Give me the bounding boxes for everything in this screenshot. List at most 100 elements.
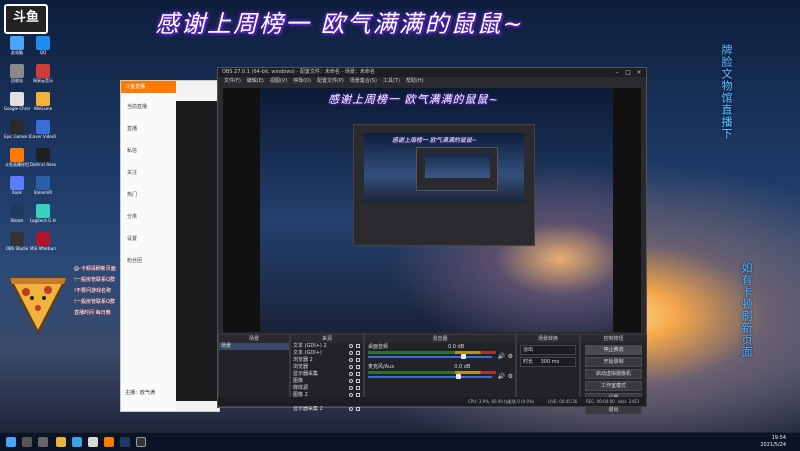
chrome-icon[interactable] bbox=[88, 437, 98, 447]
close-icon[interactable]: × bbox=[634, 68, 644, 77]
desktop-shortcut[interactable]: DaVinci Resolve bbox=[30, 148, 56, 178]
lock-icon[interactable] bbox=[356, 365, 360, 369]
speaker-icon[interactable]: 🔊 bbox=[498, 353, 505, 360]
desktop-shortcut[interactable]: Cover VideoStudio bbox=[30, 120, 56, 150]
file-explorer-icon[interactable] bbox=[56, 437, 66, 447]
desktop-shortcut[interactable]: MSI Afterburner bbox=[30, 232, 56, 262]
obs-control-button[interactable]: 启动虚拟摄像机 bbox=[585, 369, 642, 379]
minimize-icon[interactable]: – bbox=[612, 68, 622, 77]
chat-menu-item[interactable]: 当前直播 bbox=[121, 103, 173, 115]
source-item[interactable]: 图像 bbox=[291, 378, 363, 385]
taskbar-clock[interactable]: 19:54 2021/5/24 bbox=[760, 435, 786, 449]
desktop-shortcut-label: SteamVR bbox=[33, 190, 53, 195]
visibility-eye-icon[interactable] bbox=[349, 358, 353, 362]
obs-preview[interactable]: 感谢上周榜一 欧气满满的鼠鼠~ 感谢上周榜一 欧气满满的鼠鼠~ bbox=[223, 88, 641, 332]
desktop-shortcut[interactable]: 回收站 bbox=[4, 64, 30, 94]
obs-menu-item[interactable]: 视图(V) bbox=[270, 78, 287, 84]
volume-slider[interactable] bbox=[368, 374, 492, 379]
obs-taskbar-icon[interactable] bbox=[136, 437, 146, 447]
side-text-bottom: 如有卡顿刷新页面 bbox=[740, 262, 753, 358]
start-icon[interactable] bbox=[6, 437, 16, 447]
steam-taskbar-icon[interactable] bbox=[120, 437, 130, 447]
visibility-eye-icon[interactable] bbox=[349, 386, 353, 390]
desktop-shortcut-label: QQ bbox=[39, 50, 47, 55]
lock-icon[interactable] bbox=[356, 407, 360, 411]
lock-icon[interactable] bbox=[356, 386, 360, 390]
source-item[interactable]: 浏览器 2 bbox=[291, 357, 363, 364]
lock-icon[interactable] bbox=[356, 379, 360, 383]
desktop-shortcut[interactable]: Steam bbox=[4, 204, 30, 234]
transition-type-select[interactable]: 淡出 bbox=[520, 345, 576, 355]
desktop-shortcut[interactable]: Google Chrome bbox=[4, 92, 30, 122]
obs-menu-item[interactable]: 编辑(E) bbox=[247, 78, 264, 84]
douyu-logo: 斗鱼 bbox=[4, 4, 48, 34]
app-icon bbox=[10, 120, 24, 134]
chat-menu-item[interactable]: 设置 bbox=[121, 235, 173, 247]
chat-menu-item[interactable]: 关注 bbox=[121, 169, 173, 181]
visibility-eye-icon[interactable] bbox=[349, 379, 353, 383]
source-item[interactable]: 媒体源 bbox=[291, 385, 363, 392]
lock-icon[interactable] bbox=[356, 344, 360, 348]
chat-menu-item[interactable]: 直播 bbox=[121, 125, 173, 137]
obs-menu-item[interactable]: 文件(F) bbox=[224, 78, 241, 84]
chat-menu-item[interactable]: 热门 bbox=[121, 191, 173, 203]
desktop-shortcut[interactable]: 斗鱼直播伴侣 bbox=[4, 148, 30, 178]
source-item[interactable]: 文本 (GDI+) bbox=[291, 350, 363, 357]
transition-duration-field[interactable]: 时长 300 ms bbox=[520, 357, 576, 367]
lock-icon[interactable] bbox=[356, 358, 360, 362]
obs-menu-item[interactable]: 配置文件(P) bbox=[317, 78, 344, 84]
visibility-eye-icon[interactable] bbox=[349, 344, 353, 348]
edge-icon[interactable] bbox=[72, 437, 82, 447]
obs-control-button[interactable]: 工作室模式 bbox=[585, 381, 642, 391]
obs-control-button[interactable]: 退出 bbox=[585, 405, 642, 415]
gear-icon[interactable]: ⚙ bbox=[508, 353, 513, 360]
windows-taskbar: 19:54 2021/5/24 bbox=[0, 432, 800, 451]
chat-menu-item[interactable]: 私信 bbox=[121, 147, 173, 159]
scene-item[interactable]: 场景 bbox=[219, 343, 289, 350]
maximize-icon[interactable]: □ bbox=[623, 68, 633, 77]
desktop-shortcut[interactable]: Epic Games Launcher bbox=[4, 120, 30, 150]
source-item[interactable]: 文本 (GDI+) 2 bbox=[291, 343, 363, 350]
obs-menu-item[interactable]: 工具(T) bbox=[383, 78, 400, 84]
desktop-shortcut[interactable]: Kook bbox=[4, 176, 30, 206]
desktop-shortcut-label: 回收站 bbox=[11, 78, 23, 83]
visibility-eye-icon[interactable] bbox=[349, 372, 353, 376]
desktop-shortcut-label: Steam bbox=[10, 218, 24, 223]
source-item[interactable]: 显示器采集 2 bbox=[291, 406, 363, 413]
source-item[interactable]: 浏览器 bbox=[291, 364, 363, 371]
obs-menu-item[interactable]: 帮助(H) bbox=[406, 78, 424, 84]
volume-slider-knob[interactable] bbox=[461, 354, 466, 359]
desktop-shortcut[interactable]: OBS Studio bbox=[4, 232, 30, 262]
chat-sidebar: 斗鱼直播 当前直播 直播 私信 关注 热门 分类 设置 粉丝团 bbox=[121, 81, 176, 411]
visibility-eye-icon[interactable] bbox=[349, 365, 353, 369]
obs-menu-item[interactable]: 场景集合(S) bbox=[350, 78, 377, 84]
volume-slider-knob[interactable] bbox=[456, 374, 461, 379]
volume-slider[interactable] bbox=[368, 354, 492, 359]
desktop-shortcut[interactable]: Logitech G HUB bbox=[30, 204, 56, 234]
volume-meter bbox=[368, 371, 496, 374]
clock-time: 19:54 bbox=[771, 435, 786, 441]
task-view-icon[interactable] bbox=[38, 437, 48, 447]
desktop-shortcut[interactable]: WeGame bbox=[30, 92, 56, 122]
lock-icon[interactable] bbox=[356, 372, 360, 376]
source-label: 显示器采集 2 bbox=[293, 406, 323, 412]
obs-menu-item[interactable]: 停靠(D) bbox=[293, 78, 311, 84]
chat-menu-item[interactable]: 分类 bbox=[121, 213, 173, 225]
lock-icon[interactable] bbox=[356, 351, 360, 355]
desktop-shortcut[interactable]: 网易云音乐 bbox=[30, 64, 56, 94]
desktop-shortcut[interactable]: QQ bbox=[30, 36, 56, 66]
visibility-eye-icon[interactable] bbox=[349, 351, 353, 355]
search-icon[interactable] bbox=[22, 437, 32, 447]
desktop-shortcut[interactable]: SteamVR bbox=[30, 176, 56, 206]
desktop-shortcut[interactable]: 此电脑 bbox=[4, 36, 30, 66]
gear-icon[interactable]: ⚙ bbox=[508, 373, 513, 380]
obs-control-button[interactable]: 停止推流 bbox=[585, 345, 642, 355]
speaker-icon[interactable]: 🔊 bbox=[498, 373, 505, 380]
obs-control-button[interactable]: 开始录制 bbox=[585, 357, 642, 367]
source-item[interactable]: 显示器采集 bbox=[291, 371, 363, 378]
visibility-eye-icon[interactable] bbox=[349, 407, 353, 411]
douyu-taskbar-icon[interactable] bbox=[104, 437, 114, 447]
pizza-mascot-icon bbox=[6, 272, 70, 335]
nested-banner: 感谢上周榜一 欧气满满的鼠鼠~ bbox=[392, 137, 477, 144]
chat-menu-item[interactable]: 粉丝团 bbox=[121, 257, 173, 269]
